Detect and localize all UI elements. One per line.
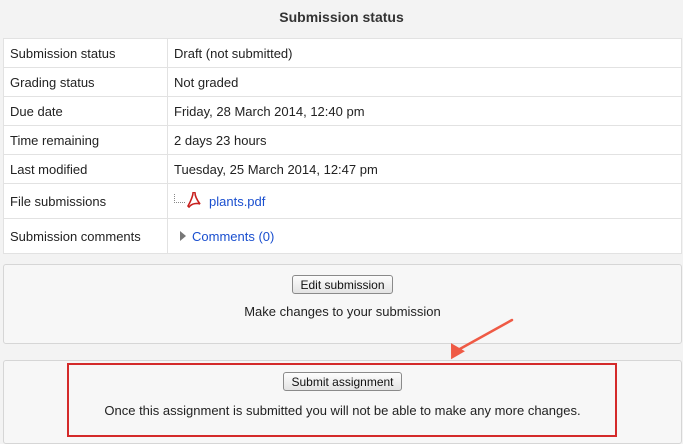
file-link-plants-pdf[interactable]: plants.pdf (209, 194, 265, 209)
table-row: Submission comments Comments (0) (3, 218, 682, 254)
row-label: Time remaining (3, 125, 168, 155)
row-value: 2 days 23 hours (167, 125, 682, 155)
submit-assignment-button[interactable]: Submit assignment (283, 372, 402, 391)
row-value: Friday, 28 March 2014, 12:40 pm (167, 96, 682, 126)
comments-link[interactable]: Comments (0) (192, 229, 274, 244)
expand-triangle-icon[interactable] (180, 230, 186, 241)
row-label: Submission status (3, 38, 168, 68)
submit-assignment-description: Once this assignment is submitted you wi… (104, 403, 581, 418)
edit-submission-button[interactable]: Edit submission (292, 275, 393, 294)
comments-cell: Comments (0) (167, 218, 682, 254)
submit-assignment-panel: Submit assignment Once this assignment i… (3, 360, 682, 444)
row-value: Not graded (167, 67, 682, 97)
table-row: Submission status Draft (not submitted) (3, 38, 682, 68)
table-row: Grading status Not graded (3, 67, 682, 97)
table-row: Last modified Tuesday, 25 March 2014, 12… (3, 154, 682, 184)
row-label: Due date (3, 96, 168, 126)
table-row: File submissions plants.pdf (3, 183, 682, 219)
edit-submission-panel: Edit submission Make changes to your sub… (3, 264, 682, 344)
row-value: Draft (not submitted) (167, 38, 682, 68)
pdf-icon (186, 190, 201, 211)
row-label: Last modified (3, 154, 168, 184)
tree-connector (174, 193, 185, 203)
table-row: Due date Friday, 28 March 2014, 12:40 pm (3, 96, 682, 126)
row-value: Tuesday, 25 March 2014, 12:47 pm (167, 154, 682, 184)
file-submission-cell: plants.pdf (167, 183, 682, 219)
row-label: Submission comments (3, 218, 168, 254)
page-title: Submission status (279, 9, 404, 25)
table-row: Time remaining 2 days 23 hours (3, 125, 682, 155)
row-label: Grading status (3, 67, 168, 97)
edit-submission-description: Make changes to your submission (244, 304, 441, 319)
row-label: File submissions (3, 183, 168, 219)
submission-status-table: Submission status Draft (not submitted) … (3, 38, 682, 254)
